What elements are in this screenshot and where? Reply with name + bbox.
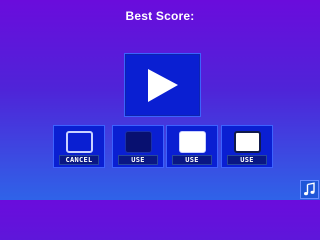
option-white[interactable]: USE	[166, 125, 218, 168]
play-button[interactable]	[124, 53, 201, 117]
use-button[interactable]: USE	[172, 155, 212, 165]
use-button[interactable]: USE	[227, 155, 267, 165]
swatch-white-dark-border	[234, 131, 261, 153]
music-note-icon	[304, 182, 315, 196]
option-white-dark[interactable]: USE	[221, 125, 273, 168]
play-icon	[148, 69, 178, 102]
option-cancel[interactable]: CANCEL	[53, 125, 105, 168]
swatch-white	[179, 131, 206, 153]
swatch-dark	[125, 131, 152, 153]
best-score-label: Best Score:	[125, 9, 195, 23]
option-dark[interactable]: USE	[112, 125, 164, 168]
use-button[interactable]: USE	[118, 155, 158, 165]
music-toggle-button[interactable]	[300, 180, 319, 199]
swatch-outline	[66, 131, 93, 153]
cancel-button[interactable]: CANCEL	[59, 155, 99, 165]
